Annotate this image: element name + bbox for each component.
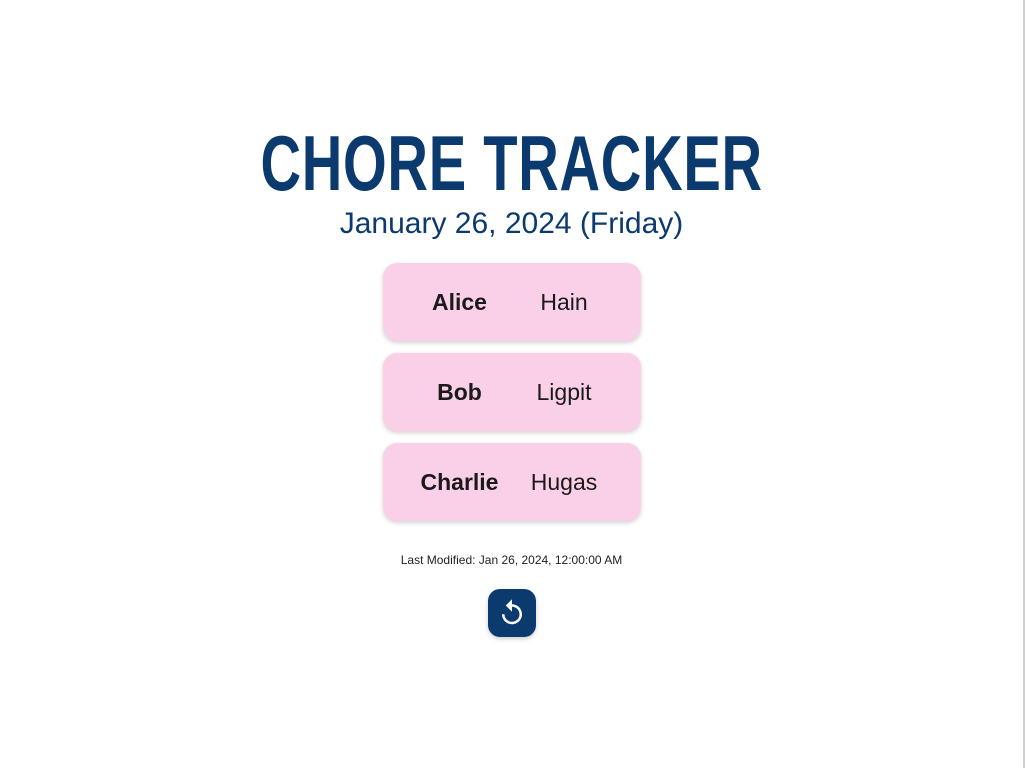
chore-tracker-app: CHORE TRACKER January 26, 2024 (Friday) …	[0, 0, 1023, 768]
chore-label: Ligpit	[536, 379, 592, 405]
last-modified-text: Last Modified: Jan 26, 2024, 12:00:00 AM	[400, 553, 623, 567]
assignment-list: Alice Hain Bob Ligpit Charlie Hugas	[383, 263, 641, 533]
chore-label: Hain	[540, 289, 588, 315]
current-date: January 26, 2024 (Friday)	[339, 207, 684, 240]
chore-label: Hugas	[530, 469, 598, 495]
assignment-card-charlie: Charlie Hugas	[383, 443, 641, 521]
assignment-card-bob: Bob Ligpit	[383, 353, 641, 431]
assignment-card-alice: Alice Hain	[383, 263, 641, 341]
reset-icon	[502, 599, 522, 625]
reset-button[interactable]	[488, 589, 536, 637]
page-title: CHORE TRACKER	[260, 119, 763, 207]
